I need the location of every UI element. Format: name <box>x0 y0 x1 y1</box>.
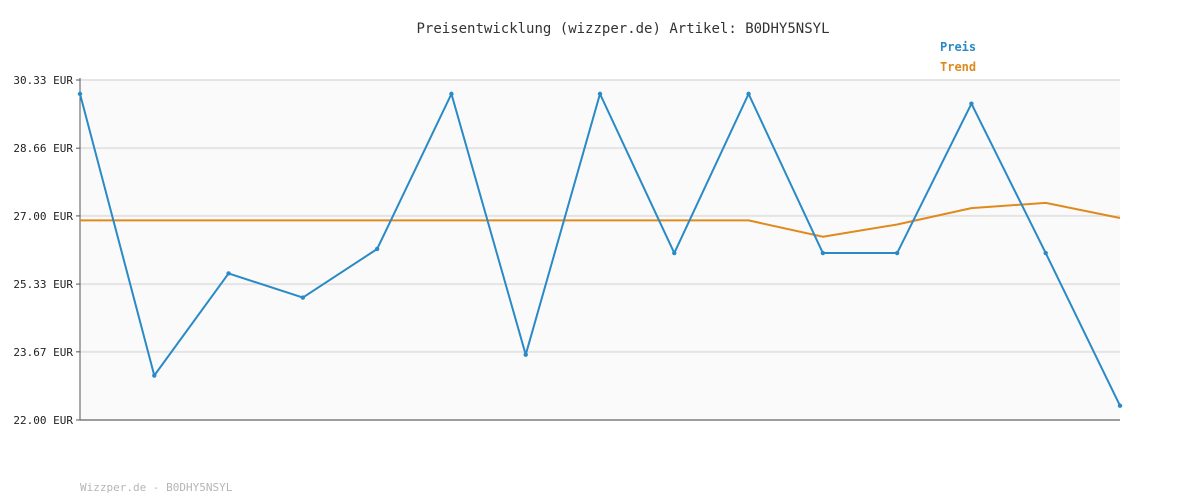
legend-entry-trend: Trend <box>940 60 976 74</box>
y-tick-label-0: 30.33 EUR <box>13 74 73 87</box>
data-point-preis-13 <box>1043 250 1048 256</box>
data-point-preis-11 <box>894 250 900 256</box>
y-tick-label-5: 22.00 EUR <box>13 414 73 427</box>
y-tick-label-1: 28.66 EUR <box>13 142 73 155</box>
plot-area <box>80 80 1120 420</box>
price-chart: 30.33 EUR 28.66 EUR 27.00 EUR 25.33 EUR 23.6… <box>0 0 1200 500</box>
data-point-preis-7 <box>597 91 603 97</box>
data-point-preis-3 <box>300 295 306 300</box>
chart-title: Preisentwicklung (wizzper.de) Artikel: B… <box>416 21 829 37</box>
y-tick-label-4: 23.67 EUR <box>13 346 73 359</box>
data-point-preis-2 <box>226 271 231 276</box>
data-point-preis-5 <box>449 91 454 97</box>
y-tick-label-2: 27.00 EUR <box>13 210 73 223</box>
data-point-preis-4 <box>374 246 380 252</box>
y-tick-label-3: 25.33 EUR <box>13 278 73 291</box>
data-point-preis-9 <box>746 91 751 97</box>
data-point-preis-6 <box>523 352 528 357</box>
legend-entry-preis: Preis <box>940 40 976 54</box>
data-point-preis-12 <box>969 101 974 106</box>
data-point-preis-1 <box>152 373 157 378</box>
data-point-preis-14 <box>1117 403 1123 408</box>
data-point-preis-0 <box>77 91 83 97</box>
data-point-preis-8 <box>672 250 677 256</box>
data-point-preis-10 <box>820 250 826 256</box>
footer-text: Wizzper.de - B0DHY5NSYL <box>80 481 233 494</box>
